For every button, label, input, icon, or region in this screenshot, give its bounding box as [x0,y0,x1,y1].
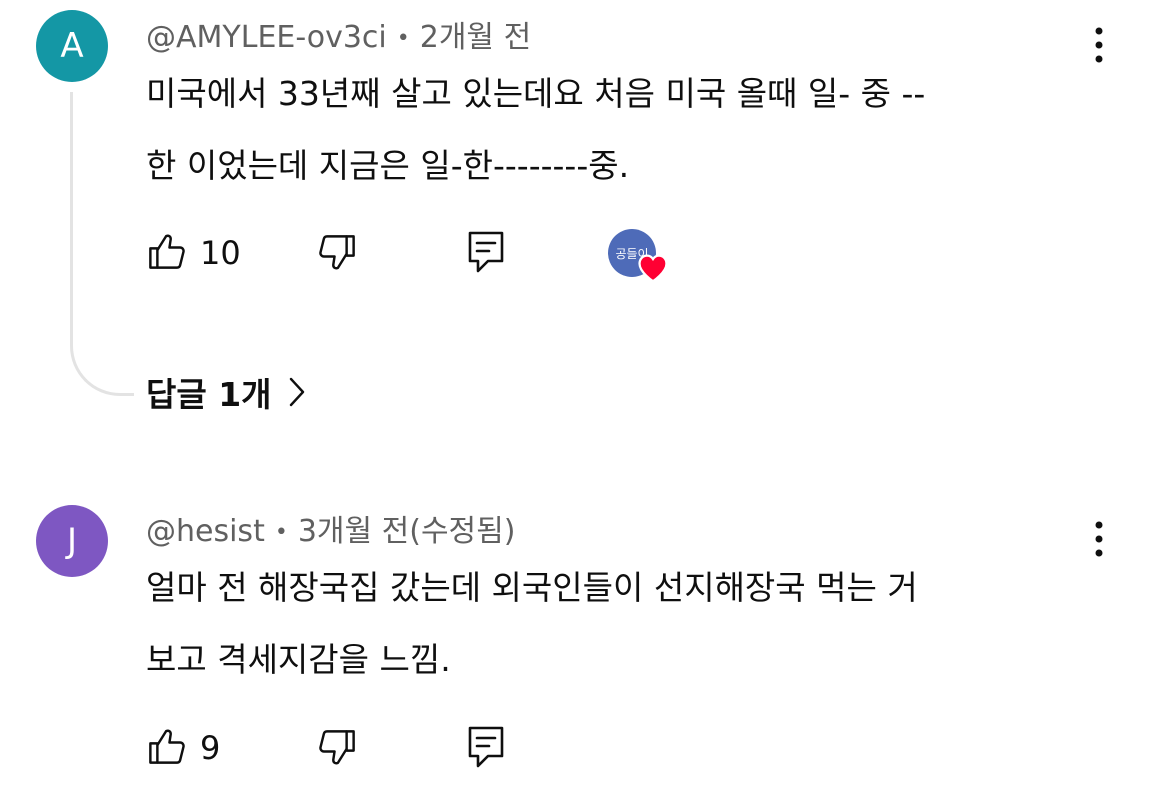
dislike-button[interactable] [316,232,358,278]
thumbs-up-icon [146,230,188,276]
like-button[interactable]: 10 [146,230,241,276]
comment-reply-icon [466,230,506,278]
replies-label: 답글 1개 [146,375,272,414]
comment-text: 얼마 전 해장국집 갔는데 외국인들이 선지해장국 먹는 거 보고 격세지감을 … [146,552,1096,696]
thumbs-up-icon [146,725,188,771]
comment-time: 3개월 전(수정됨) [297,514,516,549]
comments-screen: A @AMYLEE-ov3ci • 2개월 전 미국에서 33년째 살고 있는데요 … [0,0,1170,795]
comment-line: 보고 격세지감을 느낌. [146,640,451,679]
thumbs-down-icon [316,727,358,773]
thumbs-down-icon [316,232,358,278]
chevron-right-icon [289,377,304,407]
reply-thread-line [70,92,134,396]
view-replies-button[interactable]: 답글 1개 [146,368,306,416]
comment-meta: @hesist • 3개월 전(수정됨) [146,506,515,550]
like-button[interactable]: 9 [146,725,220,771]
comment-reply-icon [466,725,506,773]
avatar[interactable]: J [36,505,108,577]
heart-icon [636,251,670,287]
comment-meta: @AMYLEE-ov3ci • 2개월 전 [146,12,531,56]
reply-button[interactable] [466,230,506,278]
comment-text: 미국에서 33년째 살고 있는데요 처음 미국 올때 일- 중 -- 한 이었는… [146,58,1096,202]
comment-line: 미국에서 33년째 살고 있는데요 처음 미국 올때 일- 중 -- [146,74,926,113]
separator-dot: • [274,520,288,545]
author-handle[interactable]: @hesist [146,514,265,549]
like-count: 10 [200,234,241,272]
author-handle[interactable]: @AMYLEE-ov3ci [146,20,387,55]
creator-heart-badge: 공들이 [608,229,672,285]
avatar-letter: A [60,26,84,66]
comment-line: 한 이었는데 지금은 일-한--------중. [146,146,630,185]
like-count: 9 [200,729,221,767]
comment-time: 2개월 전 [419,20,532,55]
avatar-letter: J [66,521,78,561]
dislike-button[interactable] [316,727,358,773]
separator-dot: • [396,26,410,51]
comment-line: 얼마 전 해장국집 갔는데 외국인들이 선지해장국 먹는 거 [146,568,918,607]
reply-button[interactable] [466,725,506,773]
avatar[interactable]: A [36,10,108,82]
